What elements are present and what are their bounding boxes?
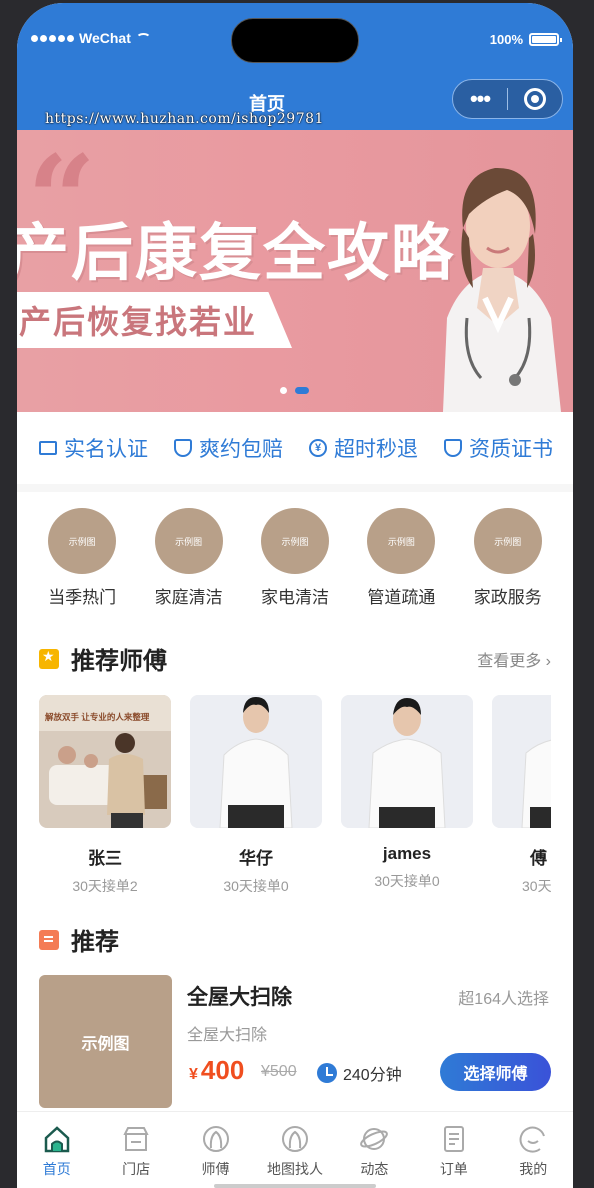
product-title: 全屋大扫除	[187, 986, 292, 1009]
dynamic-island	[231, 18, 359, 63]
home-indicator	[214, 1184, 376, 1188]
master-name: james	[382, 844, 432, 863]
tab-profile[interactable]: 我的	[494, 1112, 573, 1188]
category-label: 家政服务	[473, 588, 542, 607]
category-item[interactable]: 示例图 家电清洁	[245, 508, 345, 608]
carrier-name: WeChat	[79, 30, 131, 46]
category-item[interactable]: 示例图 家政服务	[458, 508, 558, 608]
master-orders: 30天接单0	[223, 878, 289, 894]
guarantee-real-name: 实名认证	[39, 433, 148, 463]
section-title: 推荐师傅	[71, 648, 167, 675]
master-photo: 解放双手 让专业的人来整理	[39, 695, 171, 828]
guarantee-certificate: 资质证书	[444, 433, 553, 463]
shield-check-icon	[444, 439, 462, 457]
category-label: 家电清洁	[260, 588, 329, 607]
choose-master-button[interactable]: 选择师傅	[440, 1053, 551, 1091]
product-price: ¥ 400	[189, 1055, 245, 1085]
shield-icon	[174, 439, 192, 457]
miniprogram-capsule: •••	[452, 79, 563, 119]
tab-master[interactable]: 师傅	[176, 1112, 255, 1188]
carousel-indicator[interactable]	[280, 387, 309, 394]
master-card[interactable]: james 30天接单0	[341, 695, 473, 895]
tab-orders[interactable]: 订单	[414, 1112, 493, 1188]
product-original-price: ¥500	[261, 1063, 297, 1080]
profile-icon	[519, 1126, 546, 1153]
tab-map-search[interactable]: 地图找人	[255, 1112, 334, 1188]
order-icon	[443, 1126, 464, 1152]
banner-subtitle: 产后恢复找若业	[17, 292, 292, 348]
master-photo	[341, 695, 473, 828]
master-orders: 30天接单0	[374, 873, 440, 889]
category-label: 当季热门	[48, 588, 117, 607]
signal-icon	[31, 34, 74, 42]
guarantee-refund: ¥ 超时秒退	[309, 433, 418, 463]
guarantee-no-show: 爽约包赔	[174, 433, 283, 463]
bottom-tab-bar: 首页 门店 师傅 地图找人 动态 订单 我的	[17, 1111, 573, 1188]
category-label: 管道疏通	[367, 588, 436, 607]
category-item[interactable]: 示例图 家庭清洁	[139, 508, 239, 608]
category-image: 示例图	[260, 508, 329, 574]
phone-screen: WeChat 100% 首页 ••• https://www.huzhan.co…	[17, 3, 573, 1188]
tab-store[interactable]: 门店	[96, 1112, 175, 1188]
top-bar: WeChat 100% 首页 ••• https://www.huzhan.co…	[17, 3, 573, 130]
service-guarantees: 实名认证 爽约包赔 ¥ 超时秒退 资质证书	[17, 412, 573, 484]
battery-percent: 100%	[489, 32, 523, 47]
clock-icon	[317, 1063, 337, 1083]
masters-carousel[interactable]: 解放双手 让专业的人来整理 张三 30天接单2 华仔 30天接单0 james …	[39, 695, 551, 895]
master-card[interactable]: 解放双手 让专业的人来整理 张三 30天接单2	[39, 695, 171, 895]
carousel-dot[interactable]	[280, 387, 287, 394]
master-icon	[202, 1126, 229, 1152]
section-title: 推荐	[71, 929, 119, 956]
close-miniprogram-button[interactable]	[508, 88, 562, 110]
id-card-icon	[39, 441, 57, 455]
home-icon	[44, 1126, 69, 1153]
section-divider	[17, 484, 573, 492]
category-image: 示例图	[154, 508, 223, 574]
master-name: 张三	[88, 849, 122, 868]
store-icon	[123, 1127, 149, 1151]
category-image: 示例图	[48, 508, 117, 574]
recommend-header: 推荐	[39, 922, 551, 957]
master-orders: 30天	[522, 878, 551, 894]
yen-icon: ¥	[309, 439, 327, 457]
category-image: 示例图	[473, 508, 542, 574]
product-image: 示例图	[39, 975, 172, 1108]
document-icon	[39, 929, 59, 950]
category-grid: 示例图 当季热门 示例图 家庭清洁 示例图 家电清洁 示例图 管道疏通 示例图 …	[17, 508, 573, 608]
view-more-link[interactable]: 查看更多 ›	[477, 647, 551, 671]
wifi-icon	[135, 32, 151, 44]
product-duration: 240分钟	[317, 1061, 402, 1085]
more-menu-button[interactable]: •••	[453, 88, 507, 110]
category-label: 家庭清洁	[154, 588, 223, 607]
category-image: 示例图	[367, 508, 436, 574]
planet-icon	[360, 1128, 389, 1150]
map-person-icon	[281, 1126, 308, 1152]
recommended-masters-header: 推荐师傅 查看更多 ›	[39, 641, 551, 676]
master-name: 华仔	[239, 849, 273, 868]
category-item[interactable]: 示例图 当季热门	[32, 508, 132, 608]
star-icon	[39, 648, 59, 669]
watermark-url: https://www.huzhan.com/ishop29781	[45, 111, 324, 127]
master-name: 傅	[530, 849, 547, 868]
master-photo	[492, 695, 551, 828]
doctor-photo	[443, 167, 561, 412]
banner-title: 产后康复全攻略	[17, 219, 456, 288]
carousel-dot-active[interactable]	[295, 387, 309, 394]
tab-feed[interactable]: 动态	[335, 1112, 414, 1188]
product-card[interactable]: 示例图 全屋大扫除 超164人选择 全屋大扫除 ¥ 400 ¥500 240分钟…	[39, 975, 551, 1110]
poster-text: 解放双手 让专业的人来整理	[45, 712, 150, 722]
battery-icon	[529, 33, 562, 46]
master-orders: 30天接单2	[72, 878, 138, 894]
master-card[interactable]: 傅 30天	[492, 695, 551, 895]
category-item[interactable]: 示例图 管道疏通	[351, 508, 451, 608]
product-chosen-count: 超164人选择	[458, 991, 549, 1008]
product-subtitle: 全屋大扫除	[187, 1027, 268, 1044]
target-icon	[524, 88, 546, 110]
master-card[interactable]: 华仔 30天接单0	[190, 695, 322, 895]
tab-home[interactable]: 首页	[17, 1112, 96, 1188]
master-photo	[190, 695, 322, 828]
promo-banner[interactable]: “ 产后康复全攻略 产后恢复找若业	[17, 130, 573, 412]
